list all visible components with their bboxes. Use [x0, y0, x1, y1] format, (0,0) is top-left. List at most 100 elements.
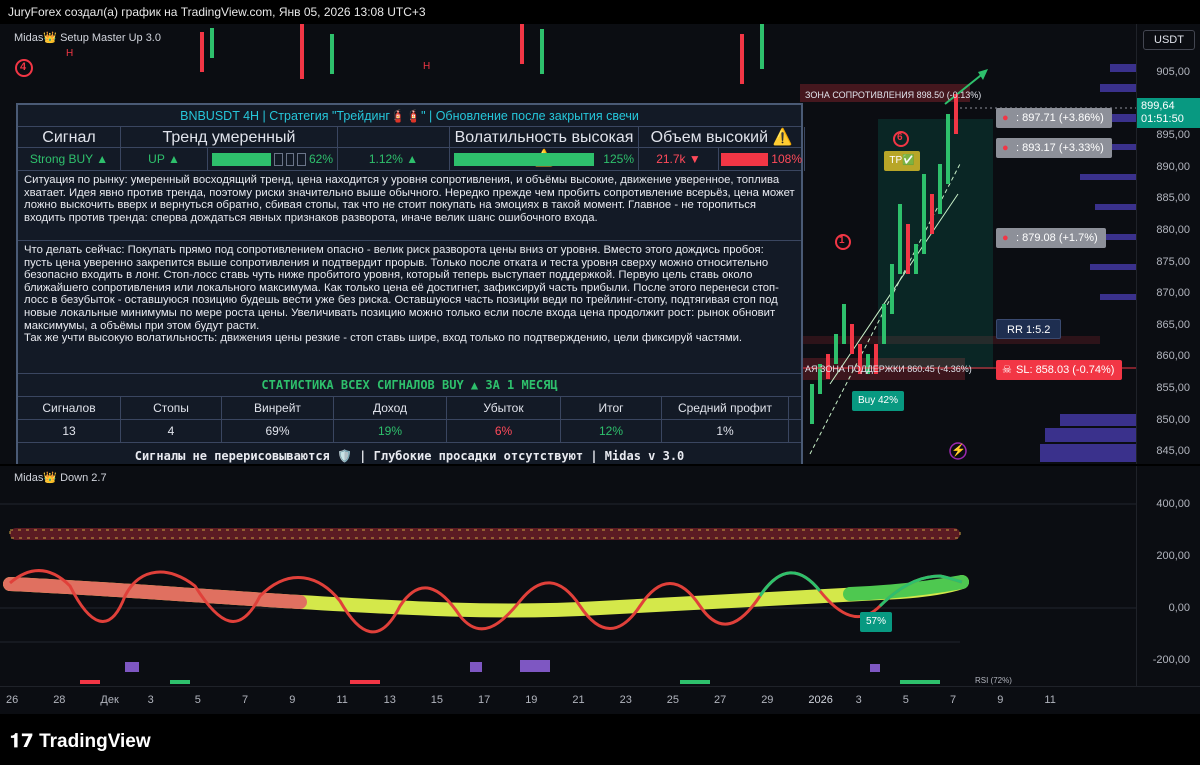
panel-header-row: Сигнал Тренд умеренный Волатильность выс…	[18, 127, 805, 169]
trend-value: UP ▲	[121, 148, 208, 171]
time-label: 3	[147, 694, 154, 706]
top-bar: JuryForex создал(а) график на TradingVie…	[0, 0, 1200, 24]
stats-col-avg: Средний профит	[662, 397, 789, 420]
price-tick: 845,00	[1156, 445, 1190, 458]
time-label: 27	[714, 694, 727, 706]
tradingview-logo: 𝟏𝟳 TradingView	[10, 730, 151, 753]
trend-pct: 62%	[308, 152, 334, 166]
stats-winrate: 69%	[222, 420, 334, 443]
price-tick: 870,00	[1156, 287, 1190, 300]
target-icon: ●	[1002, 232, 1009, 244]
time-label: 11	[1044, 694, 1056, 706]
volatility-pct: 125%	[603, 152, 634, 166]
support-label: АЯ ЗОНА ПОДДЕРЖКИ 860.45 (-4.36%)	[805, 364, 972, 374]
marker-1: 1	[839, 235, 845, 246]
osc-tick: 0,00	[1168, 602, 1190, 614]
currency-button[interactable]: USDT	[1143, 30, 1195, 50]
high-marker-2: H	[423, 61, 431, 72]
volume-value: 21.7k ▼	[639, 148, 719, 171]
stats-col-loss: Убыток	[447, 397, 561, 420]
todo-paragraph: Что делать сейчас: Покупать прямо под со…	[24, 244, 779, 332]
marker-6: 6	[897, 132, 903, 143]
brand-name: TradingView	[39, 731, 151, 752]
current-price: 899,64	[1141, 100, 1175, 112]
time-label: 7	[950, 694, 957, 706]
osc-pct-badge: 57%	[860, 612, 892, 632]
stats-avg: 1%	[662, 420, 789, 443]
time-axis[interactable]: 26 28 Дек 3 5 7 9 11 13 15 17 19 21 23 25 27 29 2026 3 5 7 9 1…	[0, 686, 1200, 714]
chart-title: JuryForex создал(а) график на TradingVie…	[8, 5, 426, 19]
trend-bar-fill	[212, 153, 272, 166]
time-label: 21	[572, 694, 585, 706]
buy-badge: Buy 42%	[852, 391, 904, 411]
osc-tick: -200,00	[1152, 654, 1190, 666]
candles-left	[200, 24, 764, 84]
time-label: 5	[902, 694, 909, 706]
stats-loss: 6%	[447, 420, 561, 443]
time-label: 9	[289, 694, 296, 706]
lightning-icon[interactable]: ⚡	[951, 443, 966, 457]
brand-bar: 𝟏𝟳 TradingView	[0, 714, 1200, 765]
todo-text: Что делать сейчас: Покупать прямо под со…	[18, 241, 801, 374]
todo-paragraph-2: Так же учти высокую волатильность: движе…	[24, 332, 743, 345]
price-tick: 885,00	[1156, 192, 1190, 205]
skull-icon: ☠	[1002, 364, 1012, 376]
stats-title: СТАТИСТИКА ВСЕХ СИГНАЛОВ BUY ▲ ЗА 1 МЕСЯ…	[18, 374, 801, 397]
price-tick: 875,00	[1156, 255, 1190, 268]
price-tick: 860,00	[1156, 350, 1190, 363]
stats-col-stops: Стопы	[121, 397, 222, 420]
rr-tag[interactable]: RR 1:5.2	[996, 319, 1062, 339]
price-tick: 865,00	[1156, 318, 1190, 331]
volume-pct: 108%	[771, 152, 802, 166]
oscillator-pane[interactable]: Midas👑 Down 2.7 57% RSI (72%)	[0, 466, 1136, 686]
stats-income: 19%	[334, 420, 447, 443]
time-label: 2026	[808, 694, 833, 706]
tp-tag-1[interactable]: ●: 897.71 (+3.86%)	[996, 108, 1112, 128]
panel-value-row: Strong BUY ▲ UP ▲ 62% 1.12% ▲ 125% 21.7k…	[18, 148, 805, 171]
osc-axis[interactable]: 400,00 200,00 0,00 -200,00	[1136, 466, 1200, 686]
stats-stops: 4	[121, 420, 222, 443]
price-tick: 880,00	[1156, 224, 1190, 236]
price-tick: 890,00	[1156, 160, 1190, 173]
osc-indicator-label[interactable]: Midas👑 Down 2.7	[14, 471, 107, 484]
time-label: 13	[383, 694, 396, 706]
resistance-label: ЗОНА СОПРОТИВЛЕНИЯ 898.50 (-0.13%)	[805, 90, 982, 100]
main-indicator-label[interactable]: Midas👑 Setup Master Up 3.0	[14, 31, 161, 44]
stats-signals: 13	[18, 420, 121, 443]
current-price-label: 899,64 01:51:50	[1137, 98, 1200, 128]
stats-col-winrate: Винрейт	[222, 397, 334, 420]
main-chart[interactable]: Midas👑 Setup Master Up 3.0 4 1 6 H H ЗОН…	[0, 24, 1136, 464]
oscillator-svg	[0, 503, 1136, 684]
volatility-value: 1.12% ▲	[338, 148, 450, 171]
target-icon: ●	[1002, 142, 1009, 154]
time-label: 15	[430, 694, 444, 706]
panel-footer: Сигналы не перерисовываются 🛡️ | Глубоки…	[134, 449, 685, 463]
stats-header-row: Сигналов Стопы Винрейт Доход Убыток Итог…	[18, 397, 801, 420]
tp-tag-2[interactable]: ●: 893.17 (+3.33%)	[996, 138, 1112, 158]
strategy-panel: BNBUSDT 4H | Стратегия "Трейдинг🧯🧯" | Об…	[16, 103, 805, 464]
time-label: 17	[478, 694, 491, 706]
time-label: 29	[761, 694, 774, 706]
volatility-bar-fill	[454, 153, 594, 166]
tp-tag-3[interactable]: ●: 879.08 (+1.7%)	[996, 228, 1106, 248]
marker-4: 4	[20, 61, 27, 73]
osc-tick: 200,00	[1156, 550, 1190, 562]
time-label: Дек	[100, 694, 119, 706]
time-label: 26	[6, 694, 19, 706]
price-axis[interactable]: USDT 905,00900,00895,00890,00885,00880,0…	[1136, 24, 1200, 464]
stats-total: 12%	[561, 420, 662, 443]
sl-tag[interactable]: ☠ SL: 858.03 (-0.74%)	[996, 360, 1123, 380]
time-label: 25	[666, 694, 680, 706]
volume-bar-fill	[721, 153, 769, 166]
stats-col-income: Доход	[334, 397, 447, 420]
time-label: 28	[53, 694, 66, 706]
time-label: 11	[336, 694, 348, 706]
time-label: 7	[242, 694, 249, 706]
price-tick: 850,00	[1156, 413, 1190, 426]
rsi-label: RSI (72%)	[975, 676, 1012, 685]
price-tick: 855,00	[1156, 382, 1190, 394]
stats-col-total: Итог	[561, 397, 662, 420]
panel-title: BNBUSDT 4H | Стратегия "Трейдинг🧯🧯" | Об…	[18, 105, 801, 127]
trend-bar: 62%	[208, 148, 338, 171]
volume-bar: 108%	[719, 148, 805, 171]
